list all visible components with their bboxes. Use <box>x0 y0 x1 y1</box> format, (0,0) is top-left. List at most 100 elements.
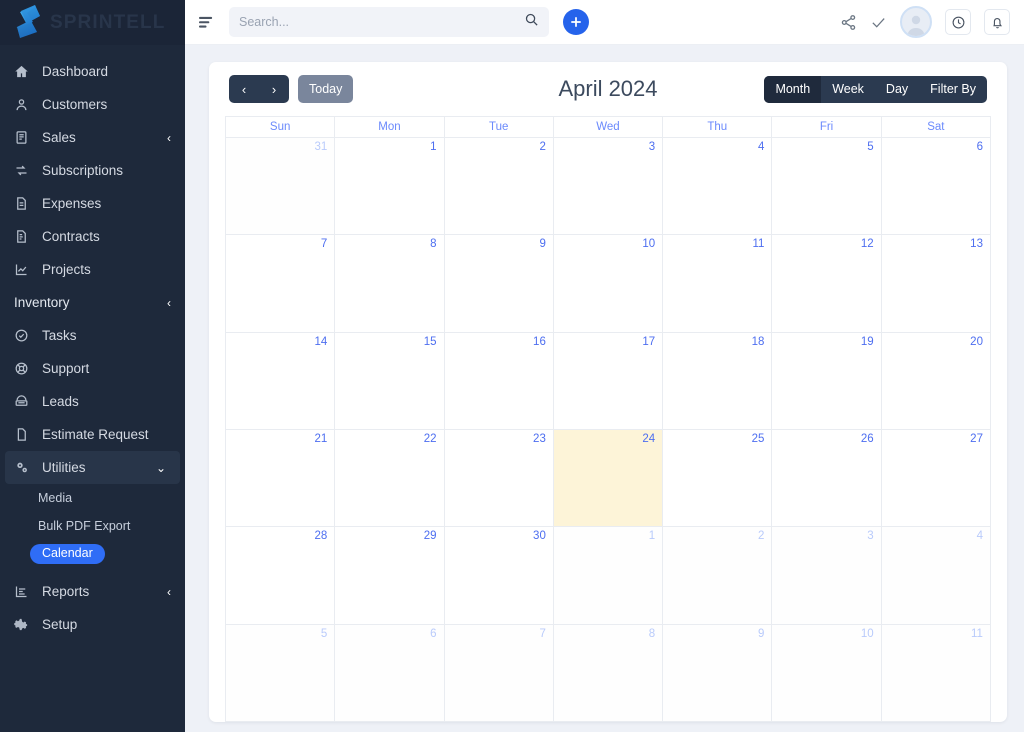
share-icon[interactable] <box>840 14 857 31</box>
calendar-day-cell[interactable]: 10 <box>553 235 664 333</box>
calendar-day-cell[interactable]: 8 <box>553 624 664 722</box>
file-icon <box>14 196 34 211</box>
hamburger-icon[interactable] <box>195 11 217 33</box>
calendar-day-cell[interactable]: 19 <box>772 332 882 430</box>
calendar-day-number: 11 <box>971 627 983 640</box>
calendar-day-cell[interactable]: 9 <box>444 235 554 333</box>
sidebar-item-setup[interactable]: Setup <box>0 608 185 641</box>
calendar-day-cell[interactable]: 2 <box>663 527 773 625</box>
calendar-day-number: 4 <box>976 530 983 543</box>
calendar-day-cell[interactable]: 6 <box>335 624 445 722</box>
calendar-day-number: 22 <box>423 432 437 445</box>
calendar-day-cell[interactable]: 7 <box>444 624 554 722</box>
sidebar-subitem-bulk-pdf-export[interactable]: Bulk PDF Export <box>0 512 185 540</box>
avatar[interactable] <box>900 6 932 38</box>
sidebar-item-dashboard[interactable]: Dashboard <box>0 55 185 88</box>
sidebar-subitem-media[interactable]: Media <box>0 484 185 512</box>
calendar-day-cell[interactable]: 25 <box>663 429 773 528</box>
today-button[interactable]: Today <box>298 75 354 103</box>
calendar-day-cell[interactable]: 8 <box>335 235 445 333</box>
calendar-day-cell[interactable]: 1 <box>335 138 445 236</box>
calendar-day-cell[interactable]: 3 <box>553 138 664 236</box>
next-month-button[interactable]: › <box>259 75 289 103</box>
sidebar-item-label: Utilities <box>42 460 86 475</box>
calendar-day-cell[interactable]: 14 <box>226 332 336 430</box>
calendar-day-cell[interactable]: 12 <box>772 235 882 333</box>
sidebar-item-projects[interactable]: Projects <box>0 253 185 286</box>
calendar-day-cell[interactable]: 23 <box>444 429 554 528</box>
bell-icon[interactable] <box>984 9 1010 35</box>
calendar-day-cell[interactable]: 5 <box>772 138 882 236</box>
view-week-button[interactable]: Week <box>821 76 875 103</box>
sidebar-item-inventory[interactable]: Inventory ‹ <box>0 286 185 319</box>
calendar-day-cell[interactable]: 11 <box>881 624 991 722</box>
calendar-day-cell[interactable]: 11 <box>663 235 773 333</box>
calendar-day-cell[interactable]: 17 <box>553 332 664 430</box>
calendar-day-number: 27 <box>970 432 983 445</box>
sidebar-item-tasks[interactable]: Tasks <box>0 319 185 352</box>
sidebar-item-utilities[interactable]: Utilities ⌄ <box>5 451 180 484</box>
search-input[interactable] <box>239 15 524 29</box>
sidebar-subitem-label: Media <box>38 491 73 505</box>
content-area: ‹ › Today April 2024 Month Week Day Filt… <box>185 45 1024 732</box>
bar-chart-icon <box>14 584 34 599</box>
calendar-day-cell[interactable]: 4 <box>881 527 991 625</box>
sidebar-item-subscriptions[interactable]: Subscriptions <box>0 154 185 187</box>
sidebar-item-estimate-request[interactable]: Estimate Request <box>0 418 185 451</box>
calendar-day-cell[interactable]: 24 <box>553 429 664 528</box>
calendar-day-number: 19 <box>860 335 874 348</box>
calendar-day-number: 11 <box>752 238 765 251</box>
calendar-day-cell[interactable]: 4 <box>663 138 773 236</box>
calendar-day-cell[interactable]: 16 <box>444 332 554 430</box>
check-icon[interactable] <box>870 14 887 31</box>
calendar-week-row: 31 1 2 3 4 5 6 <box>226 138 991 236</box>
sidebar-subitem-calendar[interactable]: Calendar <box>0 540 185 568</box>
calendar-day-cell[interactable]: 7 <box>226 235 336 333</box>
sidebar-item-contracts[interactable]: Contracts <box>0 220 185 253</box>
search-icon[interactable] <box>524 12 539 32</box>
sidebar-item-label: Customers <box>42 97 108 112</box>
sidebar-item-expenses[interactable]: Expenses <box>0 187 185 220</box>
calendar-day-cell[interactable]: 27 <box>881 429 991 528</box>
filter-by-button[interactable]: Filter By <box>919 76 987 103</box>
clock-icon[interactable] <box>945 9 971 35</box>
add-button[interactable] <box>563 9 589 35</box>
calendar-day-cell[interactable]: 2 <box>444 138 554 236</box>
search-box[interactable] <box>229 7 549 37</box>
calendar-day-cell[interactable]: 26 <box>772 429 882 528</box>
calendar-day-cell[interactable]: 30 <box>444 527 554 625</box>
sidebar-item-label: Tasks <box>42 328 77 343</box>
calendar-day-cell[interactable]: 22 <box>335 429 445 528</box>
sidebar-item-sales[interactable]: Sales ‹ <box>0 121 185 154</box>
calendar-dow-mon: Mon <box>335 117 445 138</box>
calendar-week-row: 28 29 30 1 2 3 4 <box>226 527 991 625</box>
calendar-day-cell[interactable]: 15 <box>335 332 445 430</box>
brand-logo[interactable]: SPRINTELL <box>0 0 185 45</box>
prev-month-button[interactable]: ‹ <box>229 75 259 103</box>
calendar-day-cell[interactable]: 10 <box>772 624 882 722</box>
sidebar-item-support[interactable]: Support <box>0 352 185 385</box>
calendar-day-cell[interactable]: 5 <box>226 624 336 722</box>
sidebar-item-label: Inventory <box>14 295 70 310</box>
view-month-button[interactable]: Month <box>764 75 822 103</box>
sidebar-subitem-label: Bulk PDF Export <box>38 519 131 533</box>
sidebar-item-leads[interactable]: Leads <box>0 385 185 418</box>
calendar-day-cell[interactable]: 18 <box>663 332 773 430</box>
sidebar-item-customers[interactable]: Customers <box>0 88 185 121</box>
calendar-day-cell[interactable]: 31 <box>226 138 336 236</box>
calendar-day-cell[interactable]: 28 <box>226 527 336 625</box>
calendar-day-number: 9 <box>539 238 546 251</box>
calendar-day-number: 23 <box>533 432 546 445</box>
calendar-day-number: 5 <box>320 627 328 640</box>
calendar-day-cell[interactable]: 9 <box>663 624 773 722</box>
sidebar-item-reports[interactable]: Reports ‹ <box>0 575 185 608</box>
view-day-button[interactable]: Day <box>875 76 919 103</box>
calendar-toolbar: ‹ › Today April 2024 Month Week Day Filt… <box>225 62 991 116</box>
calendar-day-cell[interactable]: 20 <box>881 332 991 430</box>
calendar-day-cell[interactable]: 29 <box>335 527 445 625</box>
calendar-day-cell[interactable]: 13 <box>881 235 991 333</box>
calendar-day-cell[interactable]: 1 <box>553 527 664 625</box>
calendar-day-cell[interactable]: 6 <box>881 138 991 236</box>
calendar-day-cell[interactable]: 21 <box>226 429 336 528</box>
calendar-day-cell[interactable]: 3 <box>772 527 882 625</box>
